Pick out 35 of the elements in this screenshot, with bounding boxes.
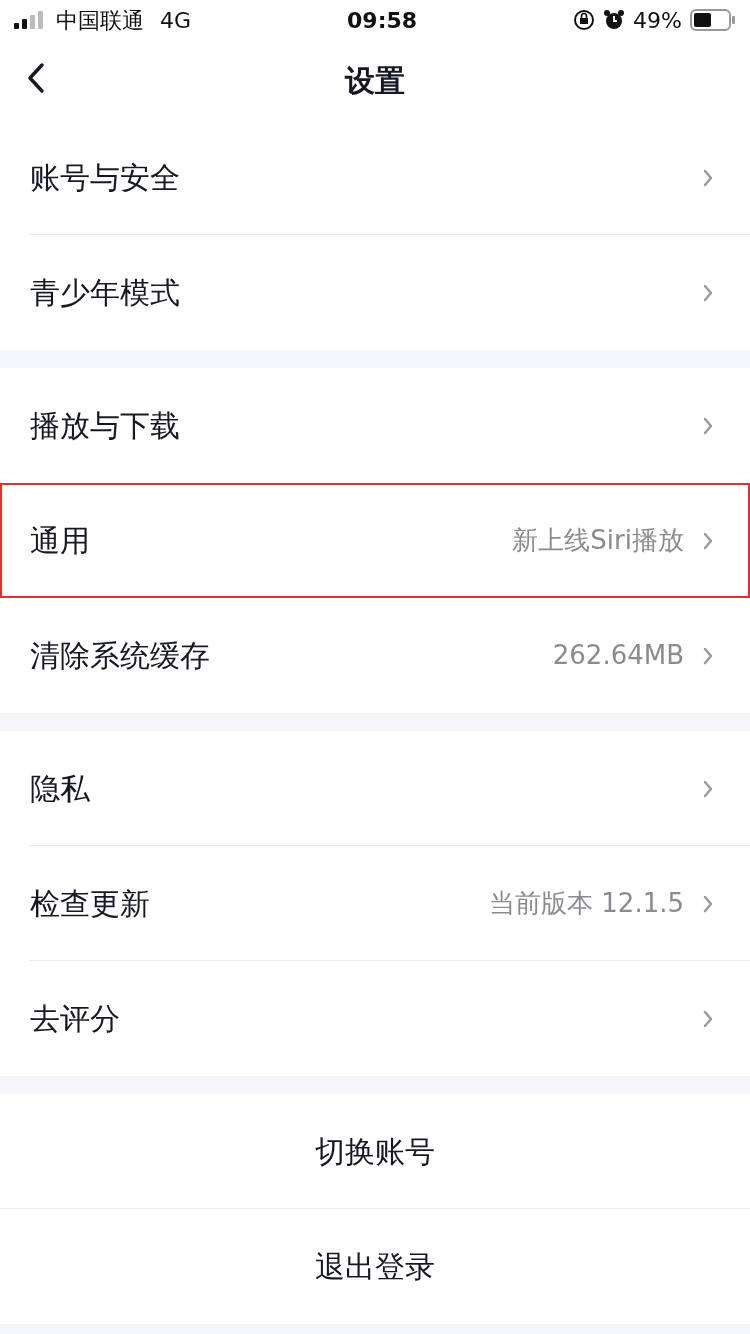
alarm-icon	[603, 9, 626, 31]
battery-percent: 49%	[633, 6, 682, 35]
row-value: 当前版本 12.1.5	[489, 887, 684, 920]
row-label: 隐私	[30, 770, 91, 808]
row-label: 清除系统缓存	[30, 637, 211, 675]
settings-row[interactable]: 去评分	[0, 961, 750, 1076]
row-value: 新上线Siri播放	[512, 524, 684, 557]
settings-row[interactable]: 通用 新上线Siri播放	[0, 483, 750, 598]
settings-row[interactable]: 播放与下载	[0, 368, 750, 483]
chevron-icon	[702, 530, 714, 551]
row-label: 通用	[30, 522, 91, 560]
rotation-lock-icon	[573, 9, 596, 31]
chevron-icon	[702, 645, 714, 666]
settings-row[interactable]: 账号与安全	[0, 120, 750, 235]
row-label: 检查更新	[30, 885, 151, 923]
chevron-icon	[702, 415, 714, 436]
row-value: 262.64MB	[552, 639, 684, 672]
settings-row[interactable]: 青少年模式	[0, 235, 750, 350]
carrier-name: 中国联通	[56, 6, 144, 35]
network-type: 4G	[160, 6, 192, 35]
status-time: 09:58	[347, 6, 418, 35]
settings-row[interactable]: 清除系统缓存 262.64MB	[0, 598, 750, 713]
chevron-icon	[702, 778, 714, 799]
chevron-icon	[702, 282, 714, 303]
row-label: 去评分	[30, 1000, 121, 1038]
page-title: 设置	[345, 61, 405, 100]
row-label: 账号与安全	[30, 159, 181, 197]
row-label: 播放与下载	[30, 407, 181, 445]
settings-row[interactable]: 检查更新 当前版本 12.1.5	[0, 846, 750, 961]
battery-icon	[690, 9, 736, 31]
row-label: 青少年模式	[30, 274, 181, 312]
chevron-icon	[702, 893, 714, 914]
chevron-icon	[702, 1008, 714, 1029]
chevron-icon	[702, 167, 714, 188]
settings-row[interactable]: 隐私	[0, 731, 750, 846]
